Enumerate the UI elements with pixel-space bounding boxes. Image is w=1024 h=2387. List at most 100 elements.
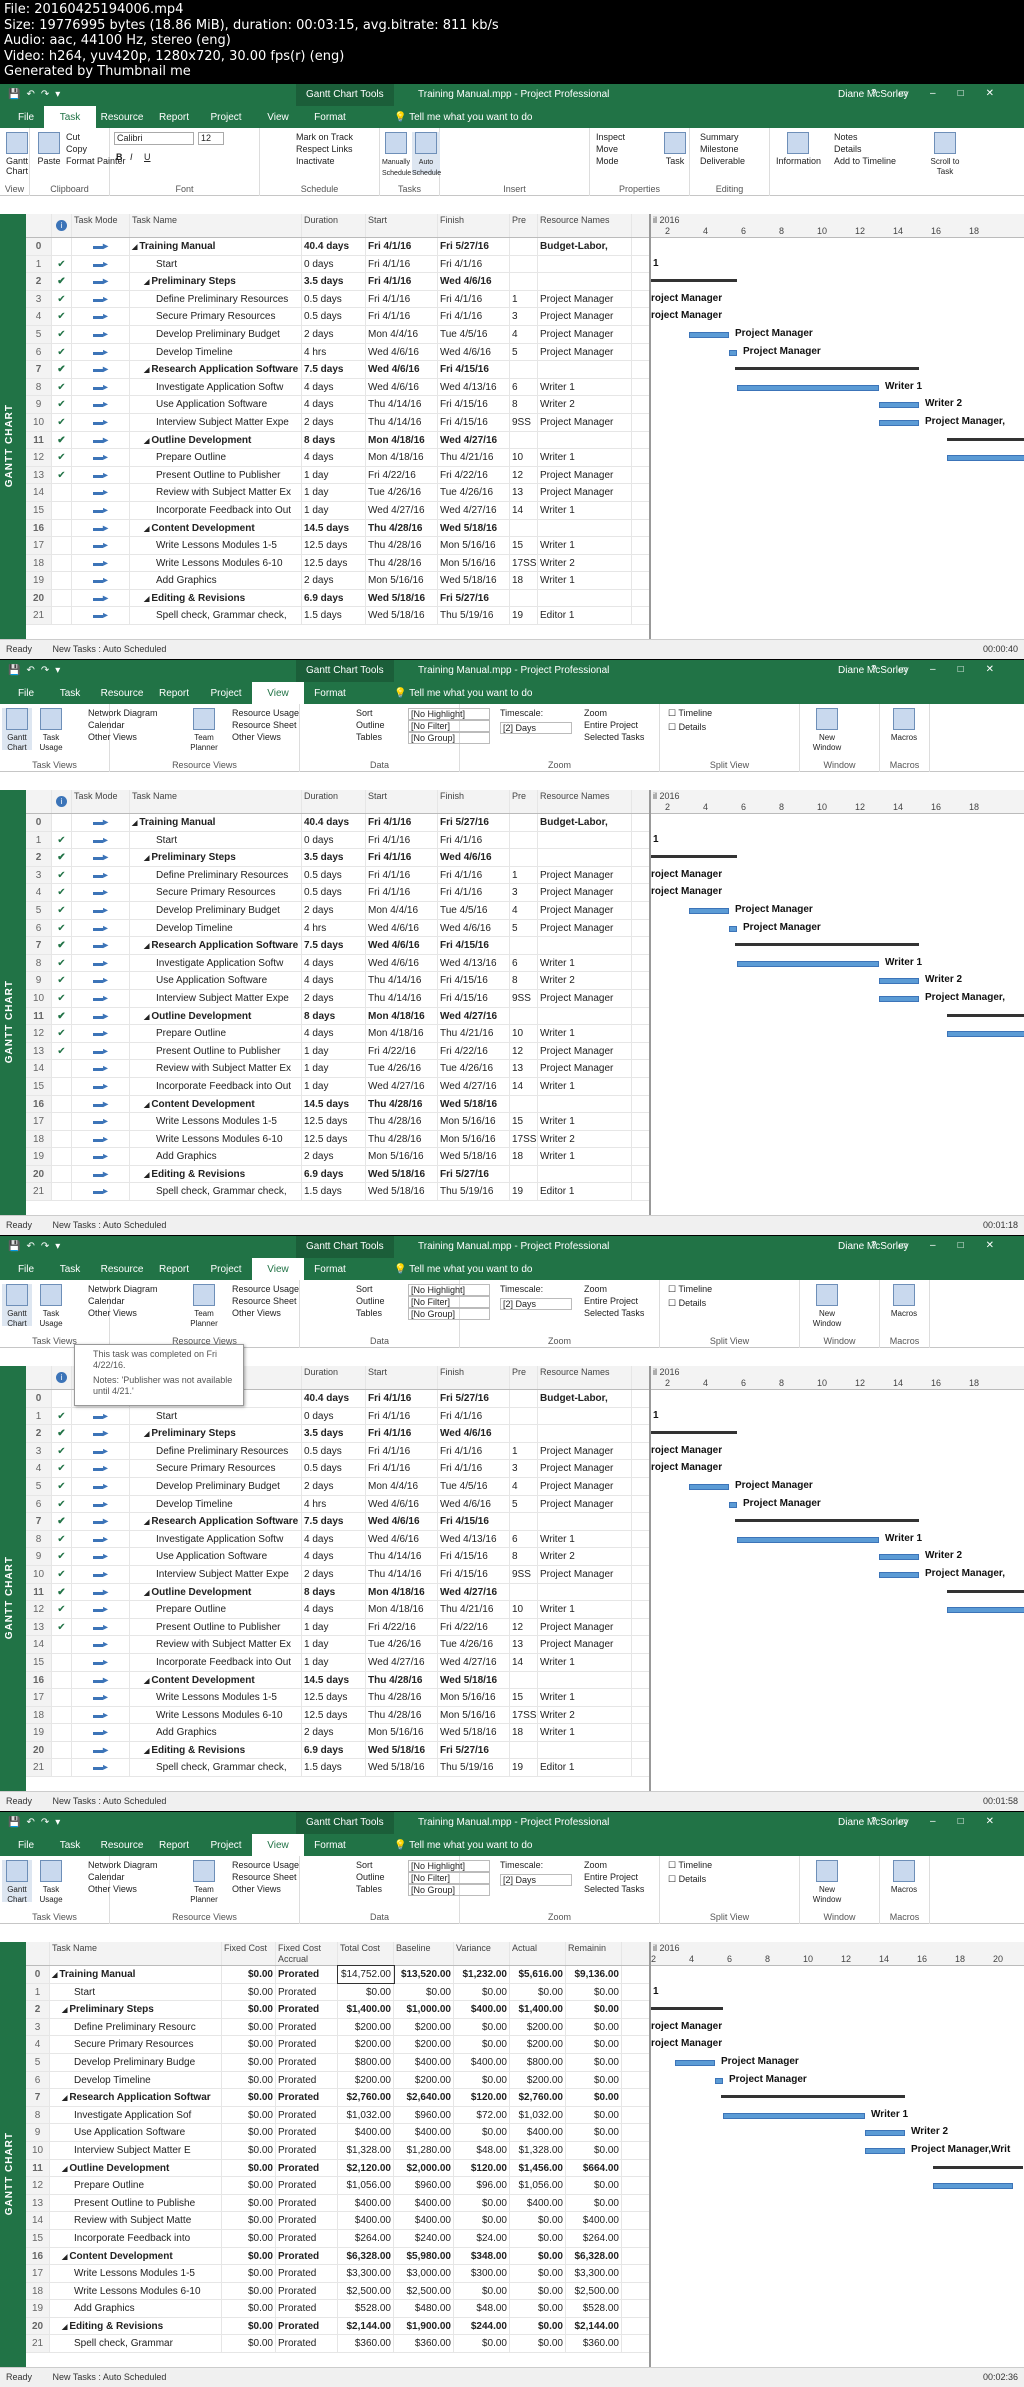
predecessors-cell[interactable]: 9SS [510, 413, 538, 431]
duration-cell[interactable]: 40.4 days [302, 1390, 366, 1407]
row-id[interactable]: 10 [26, 413, 52, 431]
row-id[interactable]: 2 [26, 2001, 50, 2018]
task-mode-cell[interactable]: ▬▸ [72, 413, 130, 431]
table-row[interactable]: 18 ▬▸ Write Lessons Modules 6-10 12.5 da… [26, 1706, 649, 1725]
finish-cell[interactable]: Fri 4/15/16 [438, 1565, 510, 1583]
row-id[interactable]: 6 [26, 343, 52, 361]
remaining-cell[interactable]: $664.00 [566, 2159, 622, 2177]
predecessors-cell[interactable]: 6 [510, 378, 538, 396]
baseline-cell[interactable]: $2,640.00 [394, 2089, 454, 2106]
underline-button[interactable]: U [144, 152, 151, 162]
finish-cell[interactable]: Wed 4/27/16 [438, 501, 510, 519]
task-mode-cell[interactable]: ▬▸ [72, 1165, 130, 1183]
finish-cell[interactable]: Fri 4/1/16 [438, 290, 510, 308]
start-cell[interactable]: Fri 4/1/16 [366, 849, 438, 866]
start-cell[interactable]: Thu 4/28/16 [366, 519, 438, 537]
table-row[interactable]: 15 ▬▸ Incorporate Feedback into Out 1 da… [26, 1077, 649, 1096]
table-row[interactable]: 8 ✔ ▬▸ Investigate Application Softw 4 d… [26, 378, 649, 397]
tables-button[interactable]: Tables [356, 1884, 382, 1894]
predecessors-cell[interactable]: 14 [510, 501, 538, 519]
tab-resource[interactable]: Resource [96, 1834, 148, 1856]
finish-cell[interactable]: Wed 4/13/16 [438, 1530, 510, 1548]
details-checkbox[interactable]: ☐ Details [668, 1874, 706, 1885]
task-mode-cell[interactable]: ▬▸ [72, 884, 130, 901]
predecessors-cell[interactable] [510, 238, 538, 255]
resource-names-cell[interactable]: Project Manager [538, 325, 632, 343]
start-cell[interactable]: Thu 4/14/16 [366, 413, 438, 431]
task-mode-cell[interactable]: ▬▸ [72, 866, 130, 884]
finish-cell[interactable]: Wed 4/27/16 [438, 1583, 510, 1601]
start-cell[interactable]: Mon 4/18/16 [366, 1601, 438, 1618]
baseline-cell[interactable]: $360.00 [394, 2335, 454, 2353]
task-name-cell[interactable]: Start [130, 1407, 302, 1425]
task-name-cell[interactable]: Present Outline to Publishe [50, 2194, 222, 2212]
summary-bar[interactable] [947, 1013, 1024, 1017]
indicator-cell[interactable]: ✔ [52, 849, 72, 866]
row-id[interactable]: 12 [26, 1601, 52, 1618]
variance-cell[interactable]: $24.00 [454, 2229, 510, 2247]
resource-names-cell[interactable] [538, 1513, 632, 1530]
remaining-cell[interactable]: $0.00 [566, 2089, 622, 2106]
tell-me-box[interactable]: 💡 Tell me what you want to do [394, 1840, 532, 1851]
summary-bar[interactable] [947, 1589, 1024, 1593]
task-bar[interactable] [729, 349, 737, 356]
start-cell[interactable]: Mon 4/4/16 [366, 901, 438, 919]
actual-cell[interactable]: $5,616.00 [510, 1966, 566, 1983]
row-id[interactable]: 11 [26, 1583, 52, 1601]
table-row[interactable]: 16 ▬▸ ◢ Content Development 14.5 days Th… [26, 1095, 649, 1114]
table-row[interactable]: 4 Secure Primary Resources $0.00 Prorated $… [26, 2036, 649, 2054]
baseline-cell[interactable]: $13,520.00 [394, 1966, 454, 1983]
calendar-button[interactable]: Calendar [88, 720, 125, 730]
row-id[interactable]: 7 [26, 361, 52, 378]
row-id[interactable]: 11 [26, 1007, 52, 1025]
resource-names-cell[interactable] [538, 1095, 632, 1113]
table-row[interactable]: 8 ✔ ▬▸ Investigate Application Softw 4 d… [26, 1530, 649, 1549]
indicator-cell[interactable]: ✔ [52, 954, 72, 972]
finish-cell[interactable]: Fri 4/15/16 [438, 972, 510, 989]
other-views-button[interactable]: Other Views [88, 1884, 137, 1894]
start-cell[interactable]: Fri 4/1/16 [366, 814, 438, 831]
table-row[interactable]: 1 ✔ ▬▸ Start 0 days Fri 4/1/16 Fri 4/1/1… [26, 255, 649, 274]
start-cell[interactable]: Wed 5/18/16 [366, 1741, 438, 1759]
indicator-cell[interactable]: ✔ [52, 1548, 72, 1565]
duration-cell[interactable]: 0.5 days [302, 1442, 366, 1460]
predecessors-cell[interactable]: 12 [510, 1042, 538, 1060]
task-mode-cell[interactable]: ▬▸ [72, 308, 130, 325]
row-id[interactable]: 8 [26, 378, 52, 396]
duration-cell[interactable]: 0 days [302, 255, 366, 273]
task-name-cell[interactable]: ◢ Training Manual [50, 1966, 222, 1983]
actual-cell[interactable]: $200.00 [510, 2071, 566, 2089]
duration-cell[interactable]: 1 day [302, 501, 366, 519]
duration-cell[interactable]: 2 days [302, 989, 366, 1007]
task-name-cell[interactable]: Investigate Application Softw [130, 1530, 302, 1548]
task-mode-cell[interactable]: ▬▸ [72, 1425, 130, 1442]
new-window-button[interactable]: New Window [812, 1860, 842, 1904]
resource-names-cell[interactable] [538, 1165, 632, 1183]
view-bar[interactable]: GANTT CHART [0, 1366, 26, 1791]
font-size-box[interactable]: 12 [198, 132, 224, 145]
row-id[interactable]: 6 [26, 2071, 50, 2089]
duration-cell[interactable]: 7.5 days [302, 1513, 366, 1530]
indicators-header[interactable]: i [52, 790, 72, 813]
task-name-cell[interactable]: Define Preliminary Resources [130, 866, 302, 884]
tab-report[interactable]: Report [148, 682, 200, 704]
table-row[interactable]: 20 ▬▸ ◢ Editing & Revisions 6.9 days Wed… [26, 589, 649, 608]
quick-access-toolbar[interactable]: 💾↶↷▾ [8, 1817, 66, 1828]
team-planner-button[interactable]: Team Planner [186, 708, 222, 752]
row-id[interactable]: 9 [26, 1548, 52, 1565]
task-name-cell[interactable]: Prepare Outline [130, 449, 302, 466]
predecessors-cell[interactable]: 3 [510, 1460, 538, 1477]
task-name-cell[interactable]: ◢ Outline Development [130, 1583, 302, 1601]
actual-cell[interactable]: $0.00 [510, 2212, 566, 2229]
selected-tasks-button[interactable]: Selected Tasks [584, 1308, 644, 1318]
accrual-cell[interactable]: Prorated [276, 2053, 338, 2071]
accrual-cell[interactable]: Prorated [276, 2159, 338, 2177]
table-row[interactable]: 7 ✔ ▬▸ ◢ Research Application Software 7… [26, 937, 649, 955]
start-cell[interactable]: Wed 4/6/16 [366, 1495, 438, 1513]
predecessors-cell[interactable] [510, 1671, 538, 1689]
zoom-button[interactable]: Zoom [584, 1860, 607, 1870]
remaining-cell[interactable]: $528.00 [566, 2300, 622, 2317]
task-name-cell[interactable]: Develop Timeline [50, 2071, 222, 2089]
fixed-cost-cell[interactable]: $0.00 [222, 2071, 276, 2089]
duration-cell[interactable]: 6.9 days [302, 1741, 366, 1759]
